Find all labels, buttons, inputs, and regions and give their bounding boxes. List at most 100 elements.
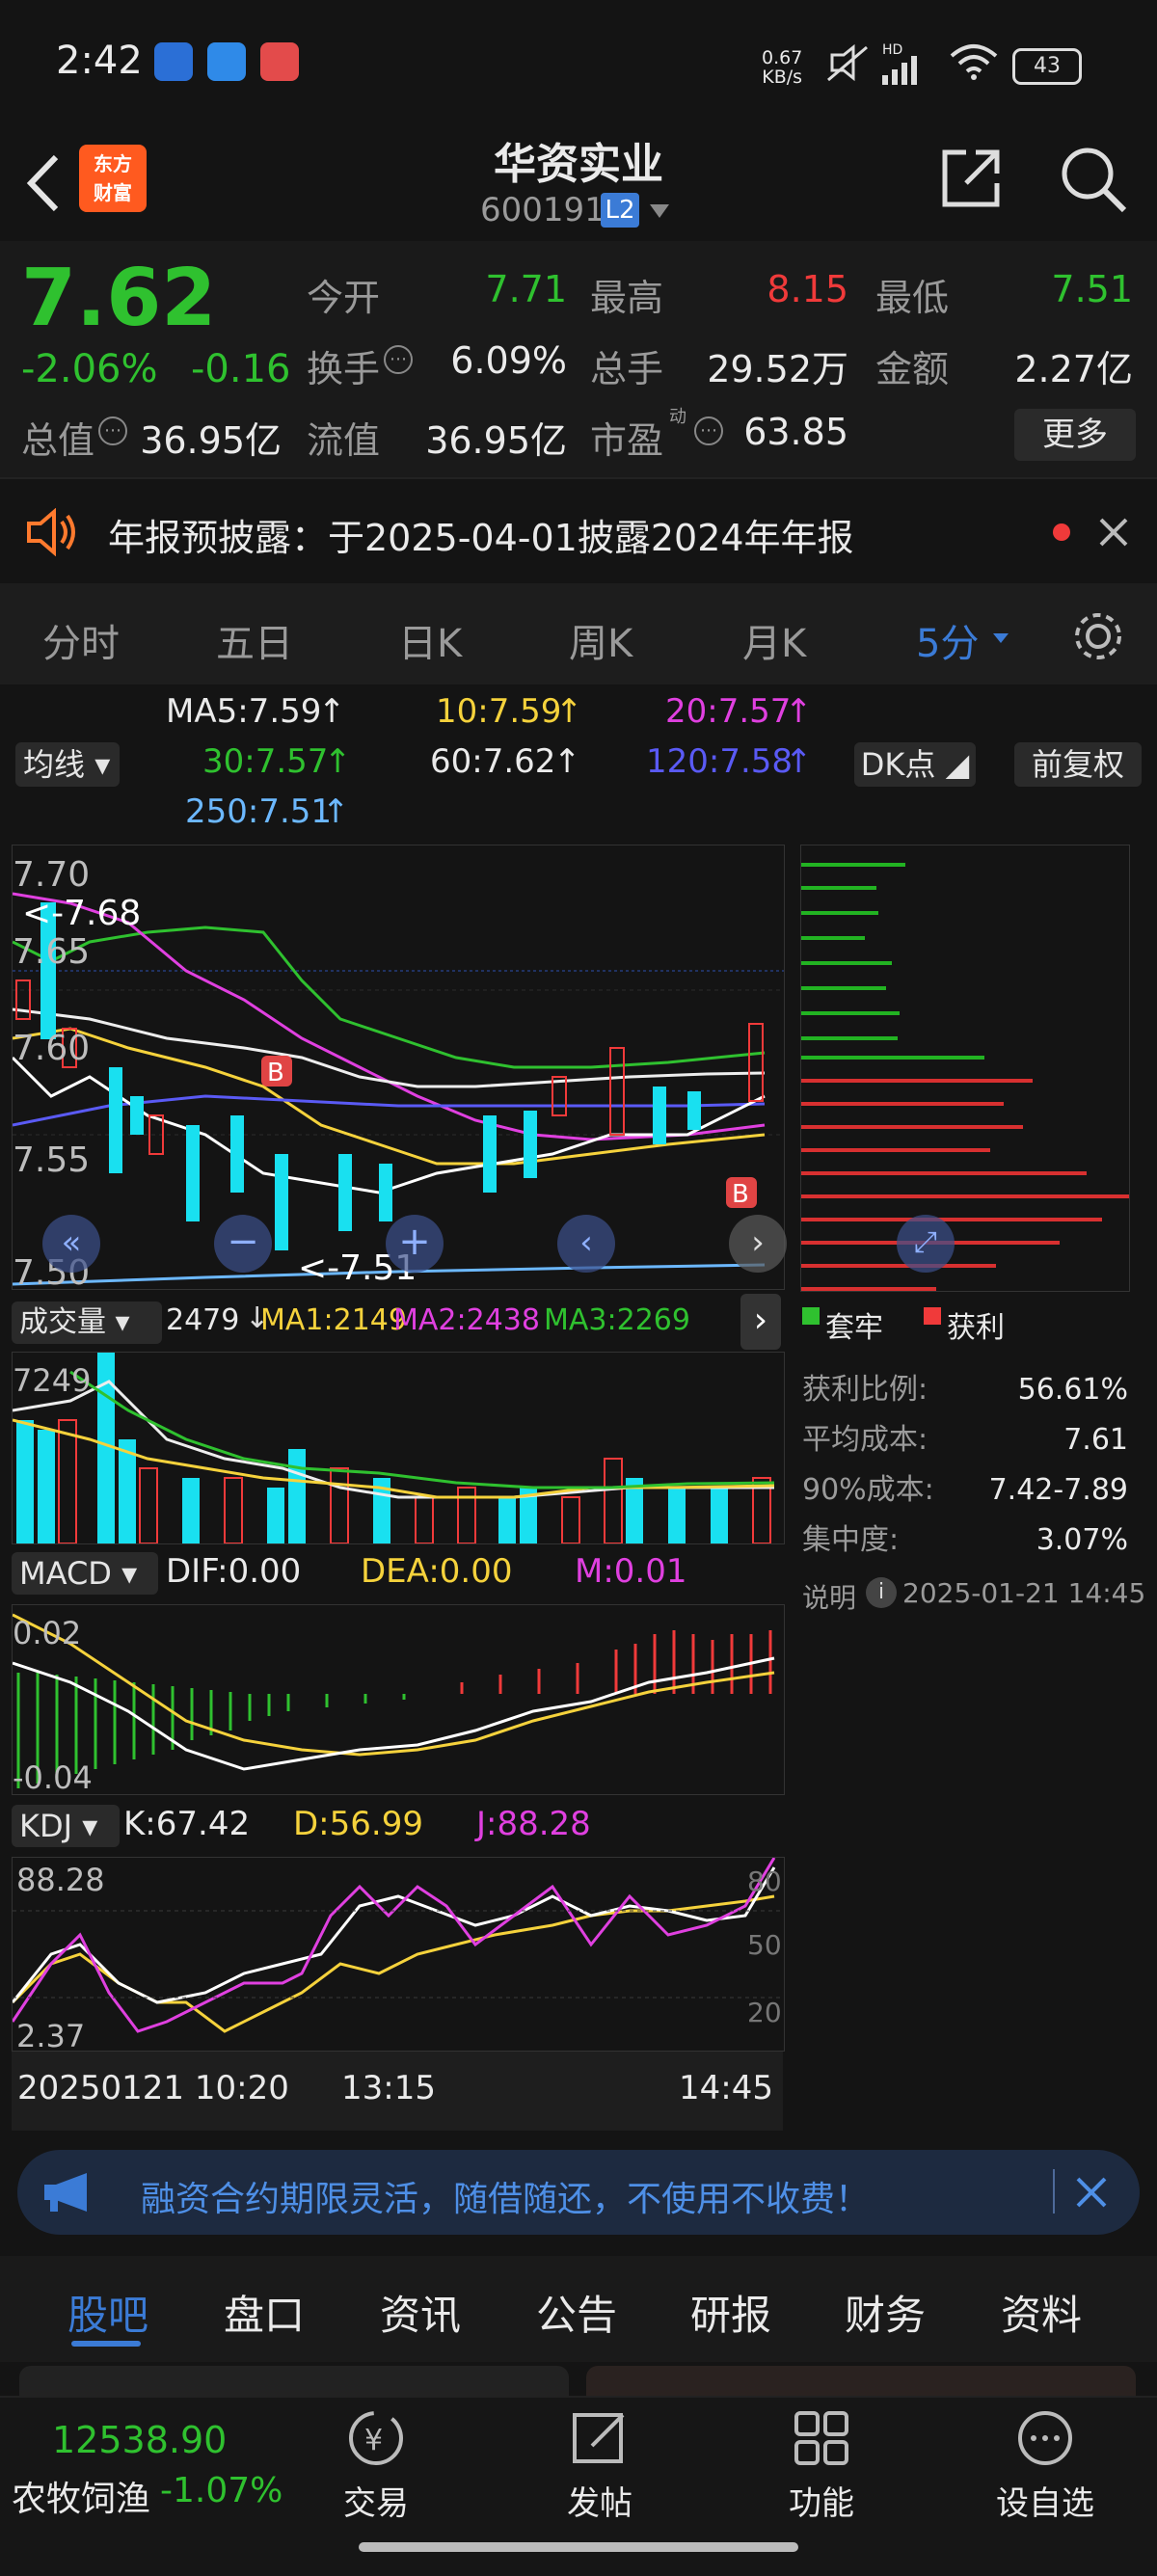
status-bar: 2:42 0.67 KB/s HD 43 [0,0,1157,125]
trade-icon: ¥ [349,2411,403,2465]
low-label: 最低 [875,277,950,319]
tab-announcements[interactable]: 公告 [536,2283,617,2342]
macd-indicator-select[interactable]: MACD ▾ [12,1552,158,1595]
tab-daily-k[interactable]: 日K [398,612,462,668]
time-start: 20250121 10:20 [17,2069,289,2107]
info-icon[interactable]: i [866,1577,897,1608]
search-icon[interactable] [1059,145,1128,214]
nav-post[interactable]: 发帖 [561,2407,638,2524]
y-tick: 7.55 [13,1140,90,1180]
ma5-legend: MA5:7.59 [166,692,322,731]
home-indicator[interactable] [359,2542,798,2552]
up-arrow-icon: ↑ [322,792,350,831]
tab-pankou[interactable]: 盘口 [224,2283,305,2342]
high-label: 最高 [590,277,664,319]
expand-icon[interactable]: ⤢ [897,1215,955,1273]
zoom-in-icon[interactable]: + [386,1215,444,1273]
status-time: 2:42 [56,39,143,83]
tab-weekly-k[interactable]: 周K [569,612,632,668]
macd-chart[interactable]: 0.02 -0.04 [12,1604,785,1795]
header-bar: 东方 财富 华资实业 600191 L2 [0,125,1157,241]
scroll-left-fast-icon[interactable]: « [42,1215,100,1273]
scroll-left-icon[interactable]: ‹ [557,1215,615,1273]
kdj-d: D:56.99 [293,1805,423,1843]
index-change: -1.07% [160,2471,283,2510]
ad-text: 融资合约期限灵活，随借随还，不使用不收费！ [141,2180,871,2219]
divider [1053,2169,1055,2214]
volume-y-top: 7249 [13,1362,91,1399]
level2-badge[interactable]: L2 [601,193,639,228]
ma20-legend: 20:7.57 [665,692,792,731]
adjust-button[interactable]: 前复权 [1014,742,1142,787]
volume-ma2: MA2:2438 [393,1303,540,1337]
tab-monthly-k[interactable]: 月K [742,612,806,668]
signal-icon [882,56,917,85]
grid-icon [794,2411,848,2465]
float-label: 流值 [307,419,381,462]
last-price: 7.62 [21,253,217,344]
app-notification-icon [154,42,193,81]
up-arrow-icon: ↑ [555,692,583,731]
index-name[interactable]: 农牧饲渔 [12,2471,150,2521]
net-speed: 0.67 KB/s [762,47,803,88]
app-notification-icon [207,42,246,81]
volume-current: 2479 [166,1303,240,1337]
tab-guba[interactable]: 股吧 [67,2283,148,2342]
close-icon[interactable] [1074,2175,1109,2210]
macd-y-top: 0.02 [13,1615,81,1651]
tab-news[interactable]: 资讯 [380,2283,461,2342]
ad-banner[interactable]: 融资合约期限灵活，随借随还，不使用不收费！ [17,2150,1140,2235]
legend-swatch [802,1307,820,1325]
scroll-right-icon[interactable]: › [729,1215,787,1273]
kdj-y-top: 88.28 [16,1862,105,1898]
turnover-label: 换手 [307,348,381,390]
info-icon[interactable]: ⋯ [384,345,413,374]
index-value[interactable]: 12538.90 [52,2419,227,2461]
volume-label: 总手 [590,348,664,390]
zoom-out-icon[interactable]: − [214,1215,272,1273]
up-arrow-icon: ↑ [785,742,813,781]
up-arrow-icon: ↑ [553,742,581,781]
gear-icon[interactable] [1070,608,1126,664]
stock-code: 600191 [480,191,605,229]
tab-5day[interactable]: 五日 [216,612,293,668]
ma120-legend: 120:7.58 [646,742,794,781]
volume-chart[interactable]: 7249 [12,1352,785,1544]
volume-indicator-select[interactable]: 成交量 ▾ [12,1301,162,1344]
indicator-select[interactable]: 均线 ▾ [15,742,120,787]
up-arrow-icon: ↑ [318,692,346,731]
quote-panel: 7.62 -2.06% -0.16 今开 7.71 最高 8.15 最低 7.5… [0,241,1157,477]
pe-label: 市盈 [590,419,664,462]
next-indicator-icon[interactable]: › [740,1294,781,1350]
chip-legend-profit: 获利 [947,1311,1005,1345]
close-icon[interactable] [1097,516,1130,549]
tab-finance[interactable]: 财务 [845,2283,926,2342]
chevron-down-icon[interactable] [648,202,671,222]
buy-badge: B [267,1059,284,1087]
chip-distribution-chart[interactable] [800,845,1130,1292]
more-button[interactable]: 更多 [1014,409,1136,461]
tab-5min[interactable]: 5分 [916,612,979,668]
dk-point-button[interactable]: DK点 ◢ [854,742,976,787]
tab-research[interactable]: 研报 [690,2283,771,2342]
volume-value: 29.52万 [707,348,848,390]
announcement-bar[interactable]: 年报预披露：于2025-04-01披露2024年年报 [0,477,1157,587]
info-icon[interactable]: ⋯ [694,416,723,445]
chip-note-label[interactable]: 说明 [802,1577,856,1616]
bottom-nav: 12538.90 农牧饲渔 -1.07% ¥ 交易 发帖 功能 设自选 [0,2396,1157,2576]
tab-profile[interactable]: 资料 [1001,2283,1082,2342]
nav-trade[interactable]: ¥ 交易 [337,2407,415,2524]
chevron-down-icon[interactable] [993,633,1009,645]
share-icon[interactable] [937,145,1005,212]
kdj-ref-20: 20 [747,1997,782,2028]
nav-add-watchlist[interactable]: 设自选 [987,2407,1103,2524]
kdj-chart[interactable]: 88.28 2.37 80 50 20 [12,1857,785,2052]
nav-functions[interactable]: 功能 [783,2407,860,2524]
kdj-indicator-select[interactable]: KDJ ▾ [12,1805,120,1847]
pe-dynamic-mark: 动 [669,407,686,427]
ma250-legend: 250:7.51 [185,792,333,831]
kdj-ref-50: 50 [747,1929,782,1961]
tab-timeshare[interactable]: 分时 [42,612,120,668]
info-icon[interactable]: ⋯ [98,416,127,445]
volume-ma3: MA3:2269 [544,1303,690,1337]
